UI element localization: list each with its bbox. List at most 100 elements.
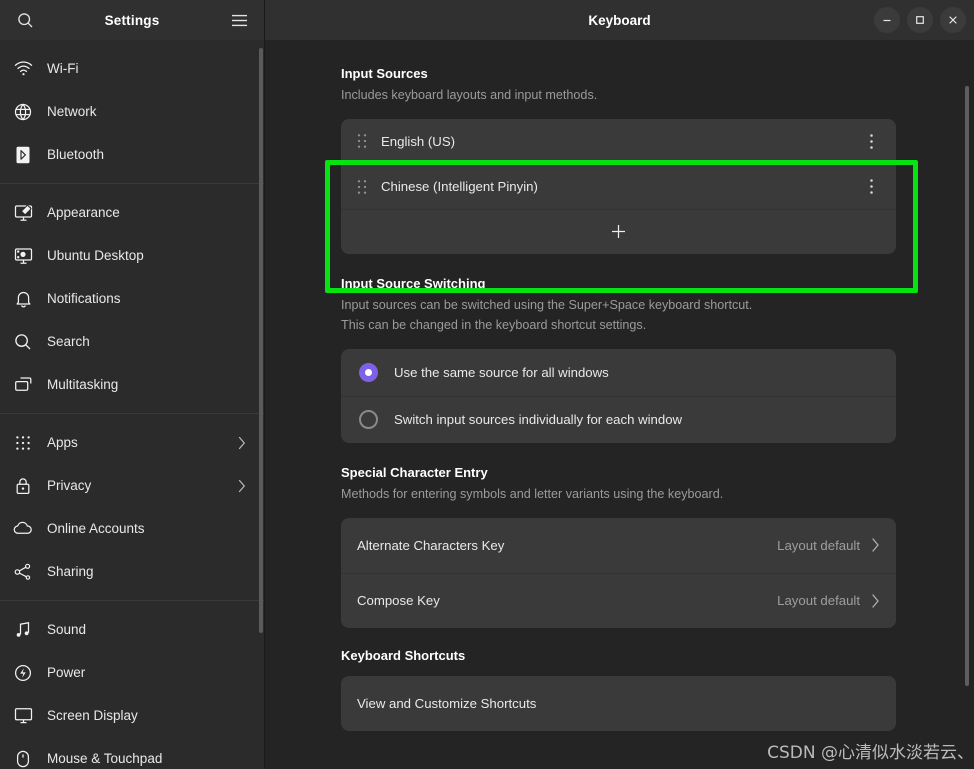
sidebar-item-label: Power	[47, 665, 86, 680]
sidebar-item-label: Multitasking	[47, 377, 119, 392]
multitasking-icon	[12, 374, 34, 396]
sidebar-item-appearance[interactable]: Appearance	[0, 191, 264, 234]
hamburger-menu-icon[interactable]	[226, 7, 252, 33]
section-heading: Input Sources	[341, 66, 428, 81]
sidebar-item-online-accounts[interactable]: Online Accounts	[0, 507, 264, 550]
sidebar-item-label: Bluetooth	[47, 147, 105, 162]
sidebar-item-search[interactable]: Search	[0, 320, 264, 363]
sidebar-item-wi-fi[interactable]: Wi-Fi	[0, 47, 264, 90]
sidebar-item-label: Screen Display	[47, 708, 138, 723]
sidebar-item-label: Appearance	[47, 205, 120, 220]
wifi-icon	[12, 58, 34, 80]
window-titlebar: Keyboard	[265, 0, 974, 40]
sidebar-item-bluetooth[interactable]: Bluetooth	[0, 133, 264, 176]
mouse-icon	[12, 748, 34, 769]
input-source-row[interactable]: Chinese (Intelligent Pinyin)	[341, 163, 896, 209]
lock-icon	[12, 475, 34, 497]
row-label: Alternate Characters Key	[357, 537, 505, 553]
sidebar-item-sharing[interactable]: Sharing	[0, 550, 264, 593]
network-icon	[12, 101, 34, 123]
radio-button-selected[interactable]	[359, 362, 378, 382]
power-icon	[12, 662, 34, 684]
sidebar-item-power[interactable]: Power	[0, 651, 264, 694]
sidebar-item-mouse-touchpad[interactable]: Mouse & Touchpad	[0, 737, 264, 769]
sidebar-item-label: Network	[47, 104, 97, 119]
row-label: View and Customize Shortcuts	[357, 695, 537, 711]
radio-button-unselected[interactable]	[359, 410, 378, 430]
sidebar-item-multitasking[interactable]: Multitasking	[0, 363, 264, 406]
add-input-source-button[interactable]	[341, 208, 896, 254]
input-sources-card: English (US) Chinese (Intelligent Pinyin…	[341, 118, 896, 254]
maximize-icon[interactable]	[907, 7, 933, 33]
section-description: Input sources can be switched using the …	[341, 297, 753, 332]
input-source-row[interactable]: English (US)	[341, 119, 896, 164]
keyboard-shortcuts-card: View and Customize Shortcuts	[341, 675, 896, 731]
input-source-switching-section: Input Source Switching Input sources can…	[341, 276, 896, 443]
sidebar-item-label: Mouse & Touchpad	[47, 751, 163, 766]
row-label: Compose Key	[357, 593, 440, 609]
radio-option-label: Switch input sources individually for ea…	[394, 412, 683, 428]
sidebar-item-label: Sharing	[47, 564, 94, 579]
section-heading: Keyboard Shortcuts	[341, 647, 466, 663]
keyboard-shortcuts-section: Keyboard Shortcuts View and Customize Sh…	[341, 648, 896, 731]
chevron-right-icon	[238, 479, 246, 493]
special-character-card: Alternate Characters Key Layout default …	[341, 517, 896, 628]
section-heading: Special Character Entry	[341, 464, 488, 480]
chevron-right-icon	[871, 593, 880, 609]
sidebar-item-privacy[interactable]: Privacy	[0, 464, 264, 507]
compose-key-row[interactable]: Compose Key Layout default	[341, 572, 896, 628]
monitor-icon	[12, 705, 34, 727]
sidebar-item-label: Search	[47, 334, 90, 349]
drag-handle-icon[interactable]	[357, 132, 371, 150]
radio-option-same-source[interactable]: Use the same source for all windows	[341, 349, 896, 396]
window-controls	[874, 7, 966, 33]
sidebar-item-label: Notifications	[47, 291, 121, 306]
chevron-right-icon	[238, 436, 246, 450]
settings-window: Settings Wi-Fi Network Bluetooth Appeara…	[0, 0, 974, 769]
share-icon	[12, 561, 34, 583]
switching-options-card: Use the same source for all windows Swit…	[341, 348, 896, 443]
section-heading: Input Source Switching	[341, 275, 486, 291]
minimize-icon[interactable]	[874, 7, 900, 33]
sidebar-item-label: Sound	[47, 622, 87, 637]
bluetooth-icon	[12, 144, 34, 166]
sidebar-item-notifications[interactable]: Notifications	[0, 277, 264, 320]
more-options-icon[interactable]	[862, 177, 880, 197]
section-description: Includes keyboard layouts and input meth…	[341, 88, 598, 102]
sidebar-title: Settings	[104, 12, 160, 28]
apps-grid-icon	[12, 432, 34, 454]
search-icon	[12, 331, 34, 353]
appearance-icon	[12, 202, 34, 224]
special-character-entry-section: Special Character Entry Methods for ente…	[341, 465, 896, 628]
alternate-characters-key-row[interactable]: Alternate Characters Key Layout default	[341, 518, 896, 573]
cloud-icon	[12, 518, 34, 540]
sidebar-scrollbar[interactable]	[259, 48, 263, 633]
bell-icon	[12, 288, 34, 310]
main-panel: Keyboard Input Sources Includes keyboard…	[265, 0, 974, 769]
nav-group-network: Wi-Fi Network Bluetooth	[0, 47, 264, 183]
view-customize-shortcuts-row[interactable]: View and Customize Shortcuts	[341, 676, 896, 731]
page-title: Keyboard	[588, 12, 651, 28]
section-description: Methods for entering symbols and letter …	[341, 486, 724, 501]
input-source-name: Chinese (Intelligent Pinyin)	[381, 179, 538, 195]
sidebar-item-sound[interactable]: Sound	[0, 608, 264, 651]
radio-option-label: Use the same source for all windows	[394, 364, 609, 380]
close-icon[interactable]	[940, 7, 966, 33]
sidebar-item-label: Privacy	[47, 478, 92, 493]
sidebar-item-label: Apps	[47, 435, 78, 450]
settings-content: Input Sources Includes keyboard layouts …	[265, 40, 974, 769]
radio-option-per-window[interactable]: Switch input sources individually for ea…	[341, 395, 896, 443]
content-scrollbar[interactable]	[965, 86, 969, 686]
sidebar-item-apps[interactable]: Apps	[0, 421, 264, 464]
sidebar-item-network[interactable]: Network	[0, 90, 264, 133]
input-sources-section: Input Sources Includes keyboard layouts …	[341, 66, 896, 254]
more-options-icon[interactable]	[862, 131, 880, 151]
nav-group-personalization: Appearance Ubuntu Desktop Notifications …	[0, 183, 264, 413]
sidebar-item-ubuntu-desktop[interactable]: Ubuntu Desktop	[0, 234, 264, 277]
drag-handle-icon[interactable]	[357, 178, 371, 196]
sidebar-item-screen-display[interactable]: Screen Display	[0, 694, 264, 737]
search-icon[interactable]	[12, 7, 38, 33]
sidebar-item-label: Ubuntu Desktop	[47, 248, 144, 263]
sidebar-item-label: Online Accounts	[47, 521, 145, 536]
input-source-name: English (US)	[381, 133, 456, 149]
